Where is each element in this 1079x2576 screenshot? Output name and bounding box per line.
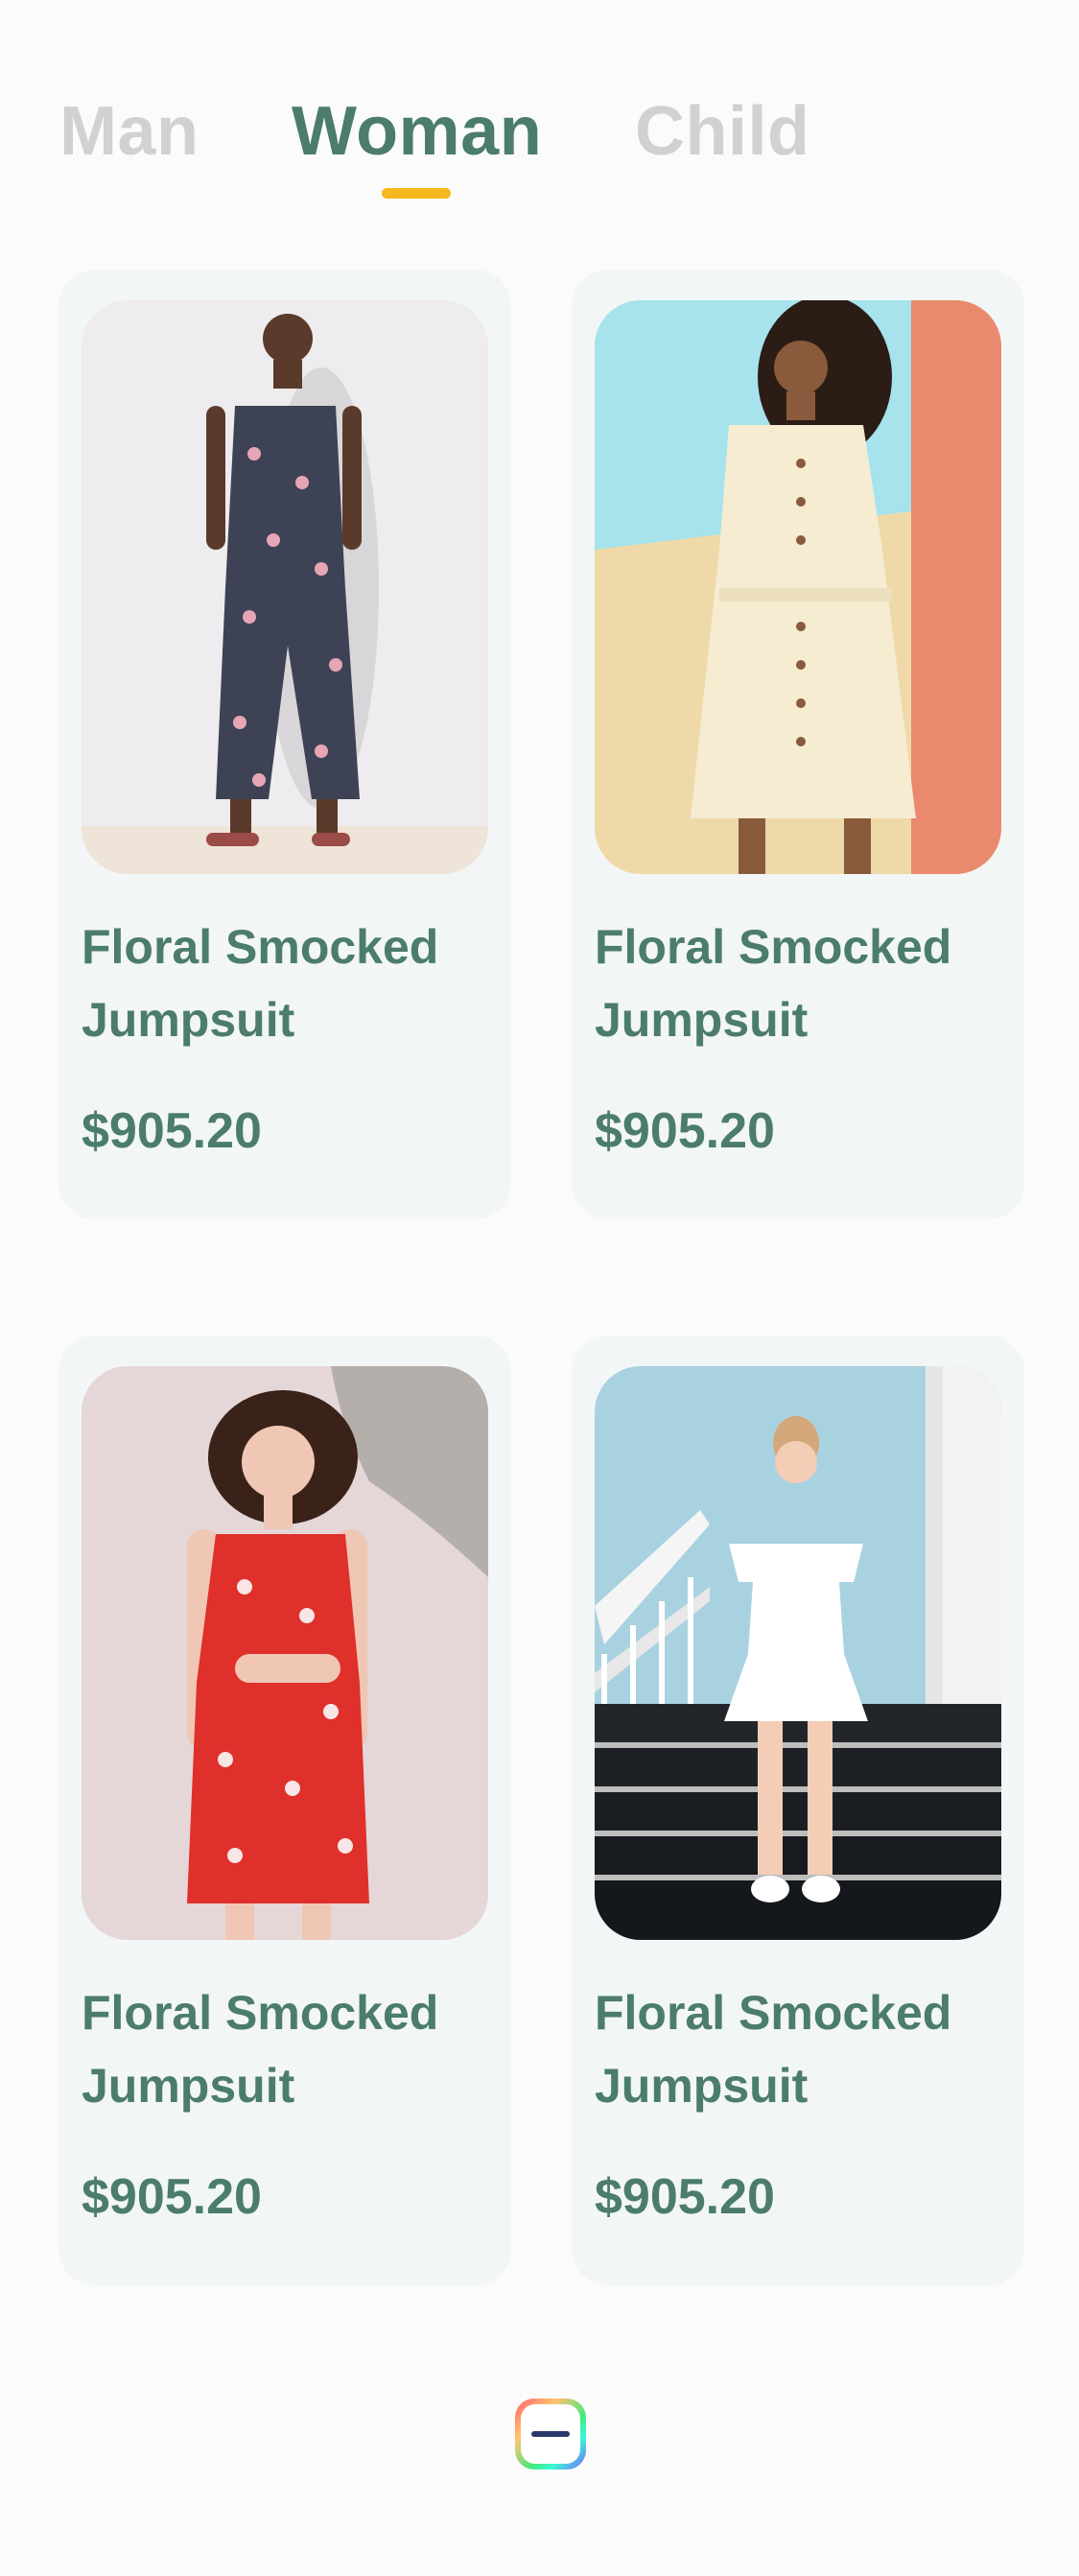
product-card[interactable]: Floral Smocked Jumpsuit $905.20 <box>572 270 1024 1219</box>
product-name: Floral Smocked Jumpsuit <box>82 920 439 1047</box>
product-photo <box>82 1366 488 1940</box>
tab-man[interactable]: Man <box>59 92 199 171</box>
app-logo-icon[interactable] <box>515 2399 586 2470</box>
tab-child[interactable]: Child <box>635 92 809 171</box>
product-name: Floral Smocked Jumpsuit <box>595 1986 952 2113</box>
app-logo-icon-face <box>521 2404 580 2464</box>
product-list-screen: Man Woman Child Floral Smocked Jumpsuit … <box>0 0 1079 2576</box>
product-photo <box>595 300 1001 874</box>
product-name: Floral Smocked Jumpsuit <box>82 1986 439 2113</box>
product-price: $905.20 <box>82 1103 262 1159</box>
product-card[interactable]: Floral Smocked Jumpsuit $905.20 <box>59 270 511 1219</box>
product-card[interactable]: Floral Smocked Jumpsuit $905.20 <box>572 1335 1024 2285</box>
product-price: $905.20 <box>82 2169 262 2225</box>
app-logo-icon-bar <box>531 2431 570 2437</box>
product-photo <box>82 300 488 874</box>
product-photo <box>595 1366 1001 1940</box>
product-price: $905.20 <box>595 1103 775 1159</box>
category-tabs: Man Woman Child <box>59 92 1019 207</box>
tab-woman[interactable]: Woman <box>292 92 542 171</box>
product-card[interactable]: Floral Smocked Jumpsuit $905.20 <box>59 1335 511 2285</box>
active-tab-indicator <box>382 188 451 199</box>
product-name: Floral Smocked Jumpsuit <box>595 920 952 1047</box>
product-price: $905.20 <box>595 2169 775 2225</box>
